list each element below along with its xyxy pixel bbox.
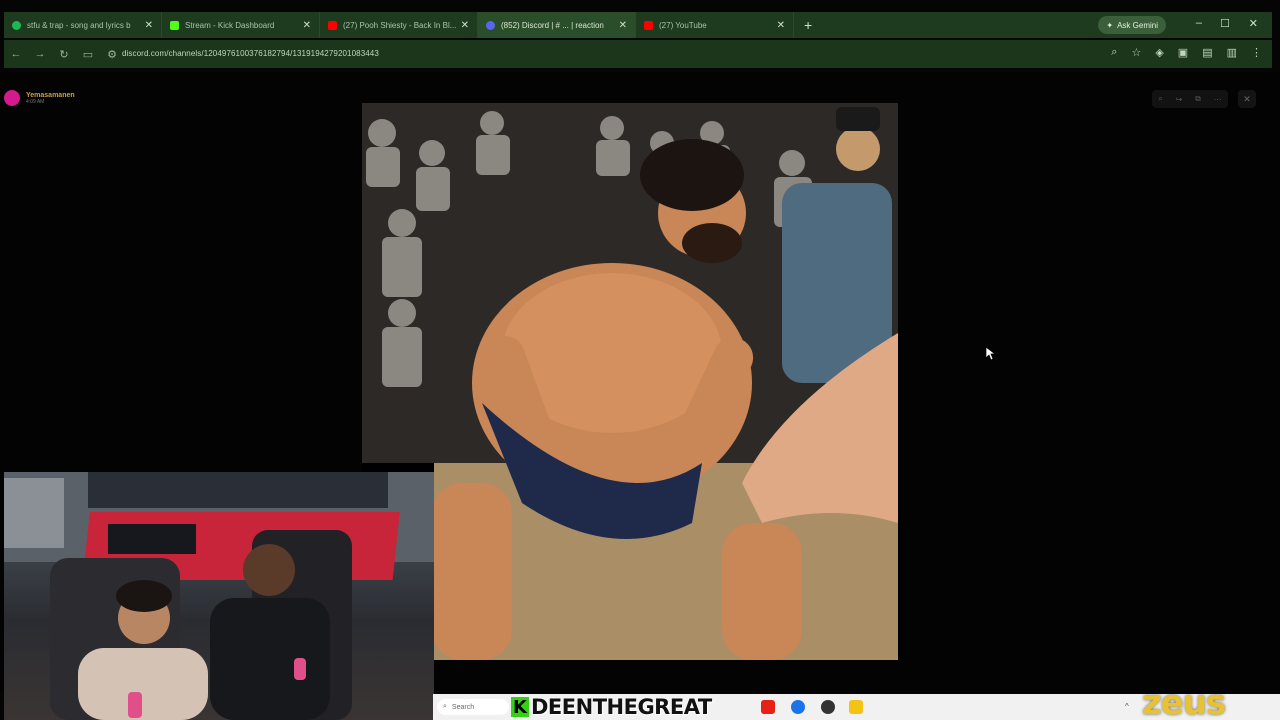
tab-label: Stream - Kick Dashboard bbox=[185, 20, 275, 30]
maximize-icon[interactable]: ☐ bbox=[1220, 17, 1230, 30]
tab-spotify[interactable]: stfu & trap - song and lyrics b ✕ bbox=[4, 12, 162, 38]
tab-label: (27) YouTube bbox=[659, 20, 707, 30]
star-icon[interactable]: ☆ bbox=[1131, 46, 1141, 59]
url-actions: ⌕ ☆ ◈ ▣ ▤ ▥ ⋮ bbox=[1111, 46, 1262, 59]
close-icon[interactable]: ✕ bbox=[461, 20, 469, 31]
youtube-icon bbox=[328, 20, 337, 30]
message-time: 4:09 AM bbox=[26, 98, 45, 105]
extension-icon[interactable]: ◈ bbox=[1155, 46, 1163, 59]
tab-youtube[interactable]: (27) YouTube ✕ bbox=[636, 12, 794, 38]
discord-icon bbox=[486, 20, 495, 30]
close-viewer-button[interactable]: ✕ bbox=[1238, 90, 1256, 108]
spotify-icon bbox=[12, 20, 21, 30]
site-info-icon[interactable]: ⚙ bbox=[100, 48, 124, 61]
folder-app-icon[interactable] bbox=[849, 700, 863, 714]
stream-name-overlay: K DEENTHEGREAT bbox=[511, 695, 712, 719]
tab-discord[interactable]: (852) Discord | # ... | reaction ✕ bbox=[478, 12, 636, 38]
close-icon[interactable]: ✕ bbox=[777, 20, 785, 31]
chrome-app-icon[interactable] bbox=[791, 700, 805, 714]
extensions-icon[interactable]: ▣ bbox=[1178, 46, 1188, 59]
windows-search-icon: ⌕ bbox=[443, 703, 447, 710]
split-view-icon[interactable]: ▭ bbox=[76, 48, 100, 61]
reload-icon[interactable]: ↻ bbox=[52, 48, 76, 61]
tray-chevron-icon[interactable]: ^ bbox=[1125, 702, 1129, 711]
youtube-icon bbox=[644, 20, 653, 30]
posted-image[interactable] bbox=[362, 103, 898, 660]
taskbar-search[interactable]: ⌕ Search bbox=[437, 699, 509, 715]
minimize-icon[interactable]: – bbox=[1196, 17, 1202, 29]
ask-gemini-button[interactable]: ✦ Ask Gemini bbox=[1098, 16, 1166, 34]
webcam-scene-illustration bbox=[4, 472, 434, 720]
tab-bar: stfu & trap - song and lyrics b ✕ Stream… bbox=[4, 12, 1272, 38]
zoom-icon[interactable]: ⌕ bbox=[1111, 46, 1117, 59]
more-icon[interactable]: ⋯ bbox=[1214, 95, 1222, 104]
ask-gemini-label: Ask Gemini bbox=[1117, 20, 1158, 30]
tab-label: stfu & trap - song and lyrics b bbox=[27, 20, 131, 30]
sparkle-icon: ✦ bbox=[1106, 20, 1114, 30]
webcam-overlay bbox=[4, 472, 434, 720]
new-tab-button[interactable]: + bbox=[804, 17, 812, 33]
zoom-icon[interactable]: ⌕ bbox=[1158, 94, 1162, 104]
sumo-photo-illustration bbox=[362, 103, 898, 660]
address-bar: ← → ↻ ▭ ⚙ discord.com/channels/120497610… bbox=[4, 40, 1272, 68]
screen: stfu & trap - song and lyrics b ✕ Stream… bbox=[0, 0, 1280, 720]
viewer-toolbar: ⌕ ↪ ⧉ ⋯ bbox=[1152, 90, 1228, 108]
close-icon[interactable]: ✕ bbox=[145, 20, 153, 31]
tab-kick-dashboard[interactable]: Stream - Kick Dashboard ✕ bbox=[162, 12, 320, 38]
streamer-name: DEENTHEGREAT bbox=[531, 695, 712, 719]
profile-icon[interactable]: ▤ bbox=[1202, 46, 1212, 59]
message-author: Yemasamanen 4:09 AM bbox=[4, 90, 75, 106]
youtube-app-icon[interactable] bbox=[761, 700, 775, 714]
menu-icon[interactable]: ⋮ bbox=[1251, 46, 1262, 59]
avatar[interactable] bbox=[4, 90, 20, 106]
sidebar-icon[interactable]: ▥ bbox=[1227, 46, 1237, 59]
forward-icon[interactable]: ↪ bbox=[1176, 95, 1183, 104]
tab-label: (852) Discord | # ... | reaction bbox=[501, 20, 604, 30]
zeus-watermark: zeus bbox=[1142, 683, 1226, 720]
forward-icon[interactable]: → bbox=[28, 48, 52, 60]
tab-youtube-pooh[interactable]: (27) Pooh Shiesty - Back In Bl... ✕ bbox=[320, 12, 478, 38]
open-external-icon[interactable]: ⧉ bbox=[1195, 94, 1201, 104]
tab-label: (27) Pooh Shiesty - Back In Bl... bbox=[343, 20, 457, 30]
author-name[interactable]: Yemasamanen bbox=[26, 92, 75, 99]
url-field[interactable]: discord.com/channels/1204976100376182794… bbox=[122, 49, 379, 58]
back-icon[interactable]: ← bbox=[4, 48, 28, 60]
close-icon[interactable]: ✕ bbox=[619, 20, 627, 31]
obs-app-icon[interactable] bbox=[821, 700, 835, 714]
close-icon[interactable]: ✕ bbox=[303, 20, 311, 31]
kick-icon bbox=[170, 20, 179, 30]
window-close-icon[interactable]: ✕ bbox=[1249, 17, 1258, 30]
kick-logo: K bbox=[511, 697, 529, 718]
search-placeholder: Search bbox=[451, 703, 475, 711]
